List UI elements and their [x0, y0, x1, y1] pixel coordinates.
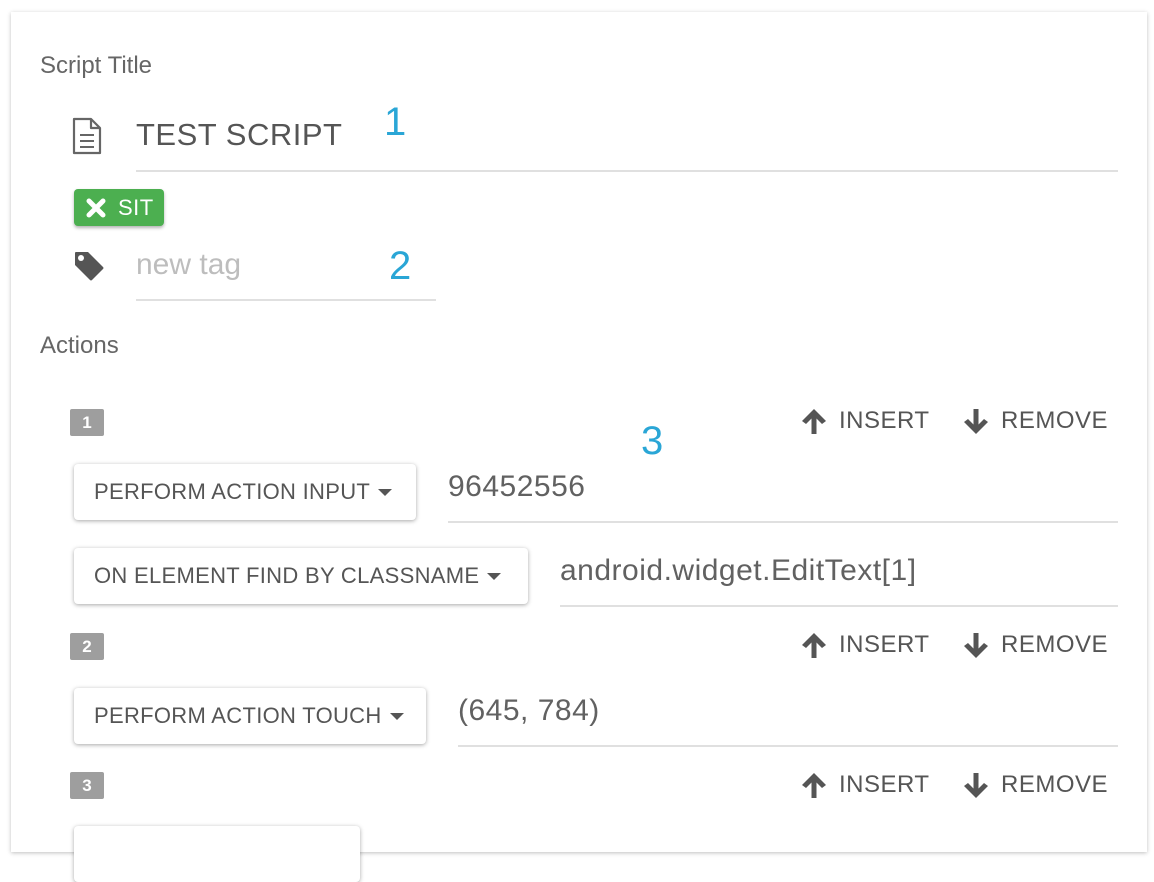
close-icon[interactable]: [84, 196, 108, 220]
chevron-down-icon: [487, 572, 502, 580]
action-type-select-value: PERFORM ACTION INPUT: [94, 479, 371, 504]
action-type-select[interactable]: PERFORM ACTION INPUT: [74, 464, 416, 520]
action-number-badge: 2: [70, 633, 104, 660]
remove-label: REMOVE: [1001, 631, 1109, 658]
tag-chip-label: SIT: [118, 194, 154, 220]
script-title-underline: [136, 170, 1118, 172]
insert-label: INSERT: [839, 631, 930, 658]
chevron-down-icon: [378, 488, 393, 496]
action-type-select[interactable]: PERFORM ACTION TOUCH: [74, 688, 426, 744]
arrow-down-icon: [964, 633, 988, 658]
remove-label: REMOVE: [1001, 771, 1109, 798]
arrow-up-icon: [802, 773, 826, 798]
annotation-1: 1: [384, 100, 407, 144]
action-type-select-value: PERFORM ACTION TOUCH: [94, 703, 382, 728]
new-tag-input[interactable]: new tag: [136, 248, 241, 282]
insert-label: INSERT: [839, 407, 930, 434]
action-type-select[interactable]: [74, 826, 360, 882]
tag-chip-sit[interactable]: SIT: [74, 189, 164, 226]
remove-button[interactable]: REMOVE: [961, 406, 1108, 436]
new-tag-underline: [136, 299, 436, 301]
action-value-input[interactable]: 96452556: [448, 470, 585, 504]
insert-button[interactable]: INSERT: [799, 406, 930, 436]
arrow-down-icon: [964, 773, 988, 798]
element-finder-select[interactable]: ON ELEMENT FIND BY CLASSNAME: [74, 548, 528, 604]
actions-label: Actions: [40, 332, 119, 359]
script-editor-card: Script Title TEST SCRIPT 1 SIT new tag 2…: [11, 12, 1147, 882]
action-value-underline: [448, 521, 1118, 523]
arrow-up-icon: [802, 633, 826, 658]
remove-button[interactable]: REMOVE: [961, 770, 1108, 800]
remove-label: REMOVE: [1001, 407, 1109, 434]
element-finder-select-value: ON ELEMENT FIND BY CLASSNAME: [94, 563, 480, 588]
arrow-up-icon: [802, 409, 826, 434]
insert-button[interactable]: INSERT: [799, 770, 930, 800]
script-title-input[interactable]: TEST SCRIPT: [136, 117, 342, 153]
element-value-underline: [560, 605, 1118, 607]
tag-icon: [75, 252, 104, 281]
insert-label: INSERT: [839, 771, 930, 798]
action-value-underline: [458, 745, 1118, 747]
insert-button[interactable]: INSERT: [799, 630, 930, 660]
arrow-down-icon: [964, 409, 988, 434]
remove-button[interactable]: REMOVE: [961, 630, 1108, 660]
document-icon: [72, 117, 102, 155]
action-number-badge: 1: [70, 409, 104, 436]
script-title-label: Script Title: [40, 52, 153, 79]
chevron-down-icon: [389, 712, 404, 720]
action-number-badge: 3: [70, 772, 104, 799]
action-value-input[interactable]: (645, 784): [458, 694, 600, 728]
element-value-input[interactable]: android.widget.EditText[1]: [560, 554, 917, 588]
annotation-2: 2: [389, 244, 412, 288]
annotation-3: 3: [641, 419, 664, 463]
